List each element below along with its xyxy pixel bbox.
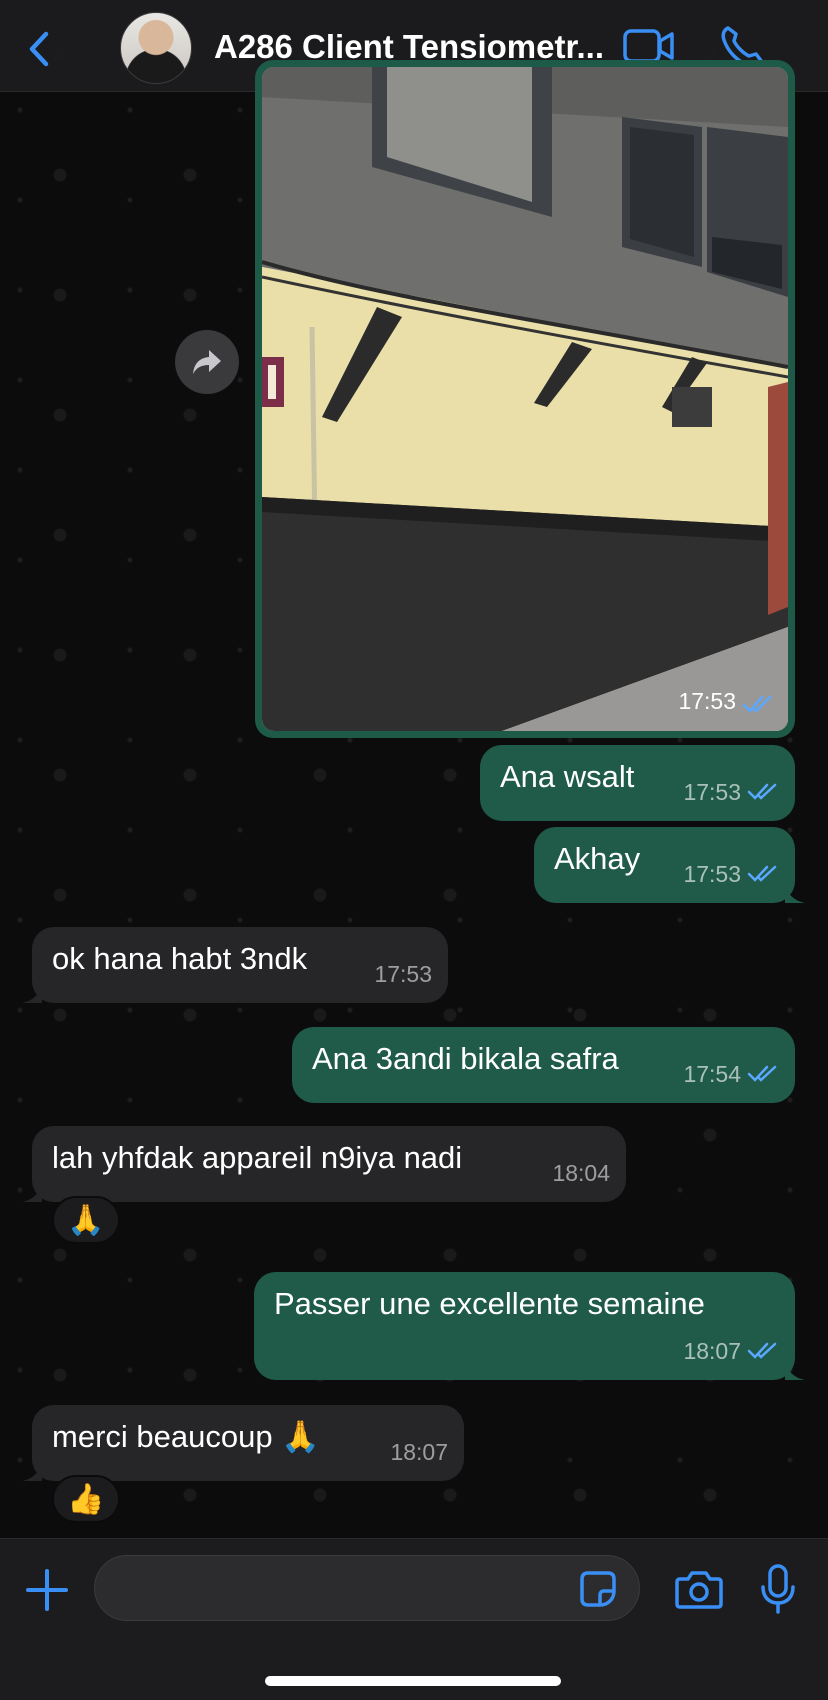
bubble-tail bbox=[785, 883, 805, 903]
message-meta: 17:54 bbox=[683, 1055, 779, 1093]
message-time: 17:53 bbox=[683, 861, 741, 887]
outgoing-message[interactable]: Akhay 17:53 bbox=[534, 827, 805, 903]
message-reaction[interactable]: 👍 bbox=[52, 1475, 120, 1523]
read-ticks-icon bbox=[747, 865, 777, 882]
forward-button[interactable] bbox=[175, 330, 239, 394]
message-meta: 18:07 bbox=[390, 1433, 448, 1471]
building-photo[interactable]: 17:53 bbox=[262, 67, 788, 731]
message-time: 17:53 bbox=[678, 688, 736, 714]
message-meta: 17:53 bbox=[683, 855, 779, 893]
message-meta: 17:53 bbox=[374, 955, 432, 993]
read-ticks-icon bbox=[742, 695, 772, 713]
image-message[interactable]: 17:53 bbox=[255, 60, 795, 738]
message-meta: 18:07 bbox=[683, 1332, 779, 1370]
message-text: Passer une excellente semaine bbox=[274, 1286, 705, 1321]
message-reaction[interactable]: 🙏 bbox=[52, 1196, 120, 1244]
bubble-tail bbox=[22, 983, 42, 1003]
voice-message-button[interactable] bbox=[758, 1563, 798, 1615]
bubble-tail bbox=[22, 1182, 42, 1202]
home-indicator[interactable] bbox=[265, 1676, 561, 1686]
message-text: Akhay bbox=[554, 841, 641, 876]
read-ticks-icon bbox=[747, 1065, 777, 1082]
camera-button[interactable] bbox=[674, 1567, 724, 1611]
message-time: 18:04 bbox=[552, 1160, 610, 1186]
incoming-message[interactable]: merci beaucoup 🙏 18:07 bbox=[22, 1405, 464, 1481]
chevron-left-icon bbox=[29, 31, 49, 67]
message-input[interactable] bbox=[94, 1555, 640, 1621]
message-meta: 17:53 bbox=[683, 773, 779, 811]
message-time: 17:53 bbox=[683, 779, 741, 805]
sticker-icon bbox=[580, 1571, 616, 1607]
message-text: merci beaucoup 🙏 bbox=[52, 1419, 320, 1454]
camera-icon bbox=[675, 1571, 723, 1609]
message-time: 17:53 bbox=[374, 961, 432, 987]
read-ticks-icon bbox=[747, 1342, 777, 1359]
message-text: Ana wsalt bbox=[500, 759, 635, 794]
message-text: Ana 3andi bikala safra bbox=[312, 1041, 619, 1076]
bubble-tail bbox=[785, 1360, 805, 1380]
plus-icon bbox=[26, 1569, 68, 1611]
message-time: 17:54 bbox=[683, 1061, 741, 1087]
message-text: lah yhfdak appareil n9iya nadi bbox=[52, 1140, 463, 1175]
back-button[interactable] bbox=[20, 24, 60, 74]
message-text: ok hana habt 3ndk bbox=[52, 941, 308, 976]
forward-arrow-icon bbox=[193, 350, 221, 374]
read-ticks-icon bbox=[747, 783, 777, 800]
message-time: 18:07 bbox=[390, 1439, 448, 1465]
message-time: 18:07 bbox=[683, 1338, 741, 1364]
incoming-message[interactable]: lah yhfdak appareil n9iya nadi 18:04 bbox=[22, 1126, 626, 1202]
attach-button[interactable] bbox=[24, 1567, 70, 1613]
building-photo-illustration bbox=[262, 67, 788, 731]
outgoing-message[interactable]: Ana 3andi bikala safra 17:54 bbox=[292, 1027, 795, 1103]
composer-bar bbox=[0, 1538, 828, 1700]
contact-avatar[interactable] bbox=[120, 12, 192, 84]
outgoing-message[interactable]: Passer une excellente semaine 18:07 bbox=[254, 1272, 805, 1380]
outgoing-message[interactable]: Ana wsalt 17:53 bbox=[480, 745, 795, 821]
microphone-icon bbox=[761, 1564, 795, 1614]
message-meta: 18:04 bbox=[552, 1154, 610, 1192]
bubble-tail bbox=[22, 1461, 42, 1481]
sticker-button[interactable] bbox=[578, 1569, 618, 1609]
incoming-message[interactable]: ok hana habt 3ndk 17:53 bbox=[22, 927, 448, 1003]
